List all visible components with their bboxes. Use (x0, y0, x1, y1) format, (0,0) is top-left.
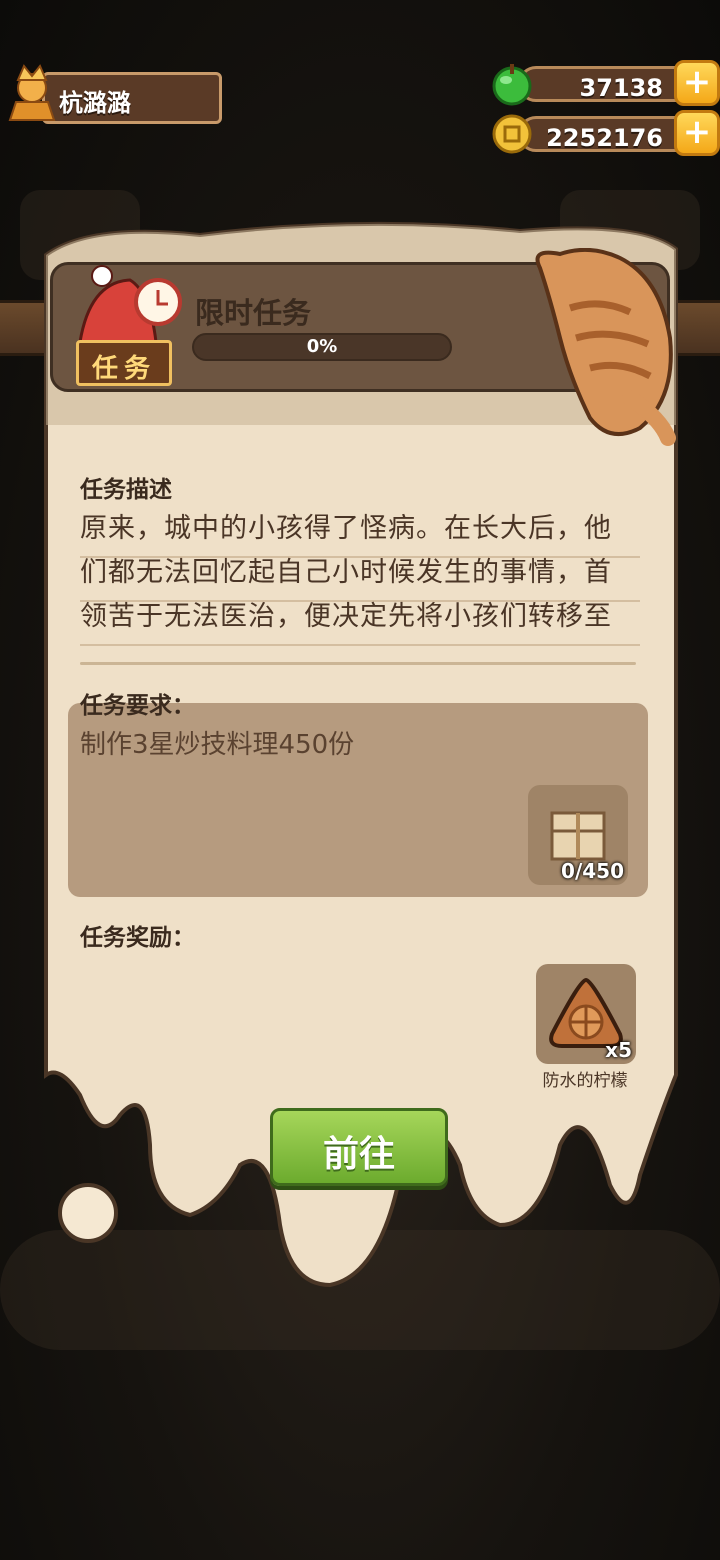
task-progress-bar: 0% (192, 333, 452, 361)
go-button-label: 前往 (322, 1134, 395, 1175)
plus-icon: + (682, 112, 712, 152)
reward-item-name: 防水的柠檬 (542, 1071, 628, 1091)
package-icon (550, 811, 606, 861)
player-name-bar[interactable]: 杭潞潞 (42, 72, 222, 124)
player-avatar-icon[interactable] (2, 62, 62, 126)
requirement-text: 制作3星炒技料理450份 (80, 730, 355, 760)
requirement-label: 任务要求： (80, 693, 195, 719)
task-badge-label: 任务 (91, 354, 156, 384)
task-badge: 任务 (76, 340, 172, 386)
description-line: 领苦于无法医治，便决定先将小孩们转移至 (80, 594, 640, 646)
add-gem-button[interactable]: + (674, 60, 720, 106)
currency-coin-value: 2252176 (546, 124, 663, 152)
plus-icon: + (682, 62, 712, 102)
go-button[interactable]: 前往 (270, 1108, 448, 1186)
green-gem-icon (492, 64, 532, 106)
reward-item-slot[interactable]: x5 (536, 964, 636, 1064)
description-label: 任务描述 (80, 477, 172, 503)
santa-hat-clock-icon (78, 265, 182, 344)
requirement-item-slot[interactable]: 0/450 (528, 785, 628, 885)
currency-coin-bar: 2252176 (518, 116, 700, 152)
currency-gem-bar: 37138 (518, 66, 700, 102)
reward-label: 任务奖励： (80, 925, 195, 951)
player-name: 杭潞潞 (59, 89, 131, 117)
reward-item-count: x5 (605, 1038, 632, 1062)
currency-coin: 2252176 + (490, 110, 720, 156)
currency-gem: 37138 + (490, 60, 720, 106)
task-progress-text: 0% (306, 336, 338, 357)
task-title: 限时任务 (195, 296, 312, 330)
requirement-item-count: 0/450 (561, 859, 624, 883)
gold-coin-icon (492, 114, 532, 154)
cat-mascot-icon (535, 248, 676, 446)
currency-gem-value: 37138 (579, 74, 664, 102)
add-coin-button[interactable]: + (674, 110, 720, 156)
divider (80, 662, 636, 665)
